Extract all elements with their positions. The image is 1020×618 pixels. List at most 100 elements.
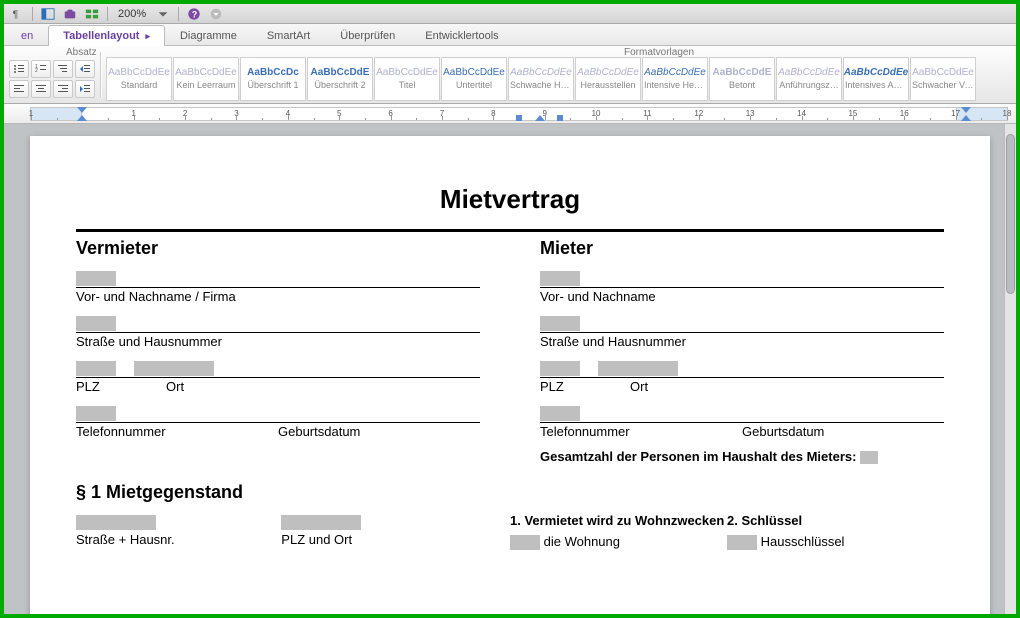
- label-phone: Telefonnummer: [76, 424, 278, 439]
- decrease-indent-button[interactable]: [75, 60, 95, 78]
- label-plz: PLZ: [540, 379, 630, 394]
- placeholder-field[interactable]: [76, 361, 116, 376]
- title-rule: [76, 229, 944, 232]
- vertical-scrollbar[interactable]: [1004, 124, 1016, 614]
- placeholder-field[interactable]: [727, 535, 757, 550]
- style-sample: AaBbCcDdEe: [912, 67, 974, 78]
- style-sample: AaBbCcDdE: [713, 67, 772, 78]
- tab-tabellenlayout[interactable]: Tabellenlayout: [48, 25, 165, 46]
- ribbon-group-label-absatz: Absatz: [66, 47, 97, 58]
- tab-smartart[interactable]: SmartArt: [252, 25, 325, 46]
- style-tile[interactable]: AaBbCcDdEeStandard: [106, 57, 172, 101]
- style-tile[interactable]: AaBbCcDdEeTitel: [374, 57, 440, 101]
- style-tile[interactable]: AaBbCcDdEÜberschrift 2: [307, 57, 373, 101]
- style-sample: AaBbCcDdEe: [644, 67, 706, 78]
- qat-toolbox-icon[interactable]: [61, 6, 79, 22]
- horizontal-ruler[interactable]: 1123456789101112131415161718: [4, 104, 1016, 124]
- tab-ueberpruefen[interactable]: Überprüfen: [325, 25, 410, 46]
- label-plz-ort: PLZ und Ort: [281, 532, 476, 547]
- style-tile[interactable]: AaBbCcDcÜberschrift 1: [240, 57, 306, 101]
- tab-stop-icon[interactable]: [557, 115, 563, 121]
- placeholder-field[interactable]: [76, 316, 116, 331]
- label-street: Straße und Hausnummer: [76, 334, 222, 349]
- tab-entwicklertools[interactable]: Entwicklertools: [410, 25, 513, 46]
- column-vermieter: Vermieter Vor- und Nachname / Firma Stra…: [76, 238, 480, 464]
- column-mieter: Mieter Vor- und Nachname Straße und Haus…: [540, 238, 944, 464]
- qat-paragraph-marks-icon[interactable]: ¶: [8, 6, 26, 22]
- style-sample: AaBbCcDdEe: [175, 67, 237, 78]
- placeholder-field[interactable]: [540, 406, 580, 421]
- style-sample: AaBbCcDdEe: [108, 67, 170, 78]
- numbering-button[interactable]: 12: [31, 60, 51, 78]
- style-name: Intensive Her…: [644, 80, 706, 90]
- increase-indent-button[interactable]: [75, 80, 95, 98]
- placeholder-field[interactable]: [76, 515, 156, 530]
- scrollbar-thumb[interactable]: [1006, 134, 1015, 294]
- indent-marker-icon[interactable]: [535, 115, 545, 121]
- document-area: Mietvertrag Vermieter Vor- und Nachname …: [4, 124, 1016, 614]
- placeholder-field[interactable]: [540, 316, 580, 331]
- indent-marker-icon[interactable]: [961, 115, 971, 121]
- zoom-level[interactable]: 200%: [114, 8, 150, 20]
- qat-more-icon[interactable]: [207, 6, 225, 22]
- label-apartment: die Wohnung: [544, 534, 620, 549]
- bullets-button[interactable]: [9, 60, 29, 78]
- style-sample: AaBbCcDdEe: [778, 67, 840, 78]
- multilevel-list-button[interactable]: [53, 60, 73, 78]
- qat-gallery-icon[interactable]: [83, 6, 101, 22]
- style-tile[interactable]: AaBbCcDdEeSchwache Her…: [508, 57, 574, 101]
- style-tile[interactable]: AaBbCcDdEeAnführungsz…: [776, 57, 842, 101]
- placeholder-field[interactable]: [510, 535, 540, 550]
- help-icon[interactable]: ?: [185, 6, 203, 22]
- document-page[interactable]: Mietvertrag Vermieter Vor- und Nachname …: [30, 136, 990, 614]
- style-tile[interactable]: AaBbCcDdEe Schwacher Ve…: [910, 57, 976, 101]
- label-ort: Ort: [630, 379, 944, 394]
- tab-stop-icon[interactable]: [516, 115, 522, 121]
- label-keys-heading: 2. Schlüssel: [727, 513, 802, 528]
- zoom-dropdown-icon[interactable]: [154, 6, 172, 22]
- ribbon: Absatz Formatvorlagen 12 AaBbCcDdEeStand…: [4, 46, 1016, 104]
- placeholder-field[interactable]: [76, 271, 116, 286]
- tab-en[interactable]: en: [6, 25, 48, 46]
- placeholder-field[interactable]: [860, 451, 878, 464]
- style-name: Untertitel: [456, 80, 492, 90]
- placeholder-field[interactable]: [540, 361, 580, 376]
- style-name: Titel: [399, 80, 416, 90]
- header-mieter: Mieter: [540, 238, 944, 259]
- style-tile[interactable]: AaBbCcDdEe Intensive Her…: [642, 57, 708, 101]
- placeholder-field[interactable]: [540, 271, 580, 286]
- ribbon-group-styles: AaBbCcDdEeStandardAaBbCcDdEeKein Leerrau…: [102, 46, 1016, 103]
- ribbon-tabs: en Tabellenlayout Diagramme SmartArt Übe…: [4, 24, 1016, 46]
- indent-marker-icon[interactable]: [77, 115, 87, 121]
- align-right-button[interactable]: [53, 80, 73, 98]
- svg-text:¶: ¶: [13, 8, 19, 20]
- qat-sidebar-left-icon[interactable]: [39, 6, 57, 22]
- label-street-hnr: Straße + Hausnr.: [76, 532, 271, 547]
- style-tile[interactable]: AaBbCcDdEeIntensives An…: [843, 57, 909, 101]
- style-tile[interactable]: AaBbCcDdEe Kein Leerraum: [173, 57, 239, 101]
- align-left-button[interactable]: [9, 80, 29, 98]
- app-window: ¶ 200% ? en Tabellenlayout Diagramme Sma…: [4, 4, 1016, 614]
- tab-diagramme[interactable]: Diagramme: [165, 25, 252, 46]
- indent-marker-icon[interactable]: [77, 107, 87, 113]
- style-tile[interactable]: AaBbCcDdE Betont: [709, 57, 775, 101]
- style-tile[interactable]: AaBbCcDdEeUntertitel: [441, 57, 507, 101]
- label-dob: Geburtsdatum: [742, 424, 944, 439]
- svg-text:?: ?: [192, 9, 197, 19]
- style-name: Schwacher Ve…: [912, 80, 974, 90]
- style-name: Kein Leerraum: [176, 80, 235, 90]
- align-center-button[interactable]: [31, 80, 51, 98]
- label-ort: Ort: [166, 379, 480, 394]
- label-keys: Hausschlüssel: [761, 534, 845, 549]
- placeholder-field[interactable]: [598, 361, 678, 376]
- label-name-company: Vor- und Nachname / Firma: [76, 289, 236, 304]
- label-rented-for: 1. Vermietet wird zu Wohnzwecken: [510, 513, 724, 528]
- style-name: Betont: [729, 80, 755, 90]
- style-tile[interactable]: AaBbCcDdEeHerausstellen: [575, 57, 641, 101]
- placeholder-field[interactable]: [281, 515, 361, 530]
- placeholder-field[interactable]: [76, 406, 116, 421]
- label-persons: Gesamtzahl der Personen im Haushalt des …: [540, 449, 856, 464]
- indent-marker-icon[interactable]: [961, 107, 971, 113]
- quick-access-toolbar: ¶ 200% ?: [4, 4, 1016, 24]
- placeholder-field[interactable]: [134, 361, 214, 376]
